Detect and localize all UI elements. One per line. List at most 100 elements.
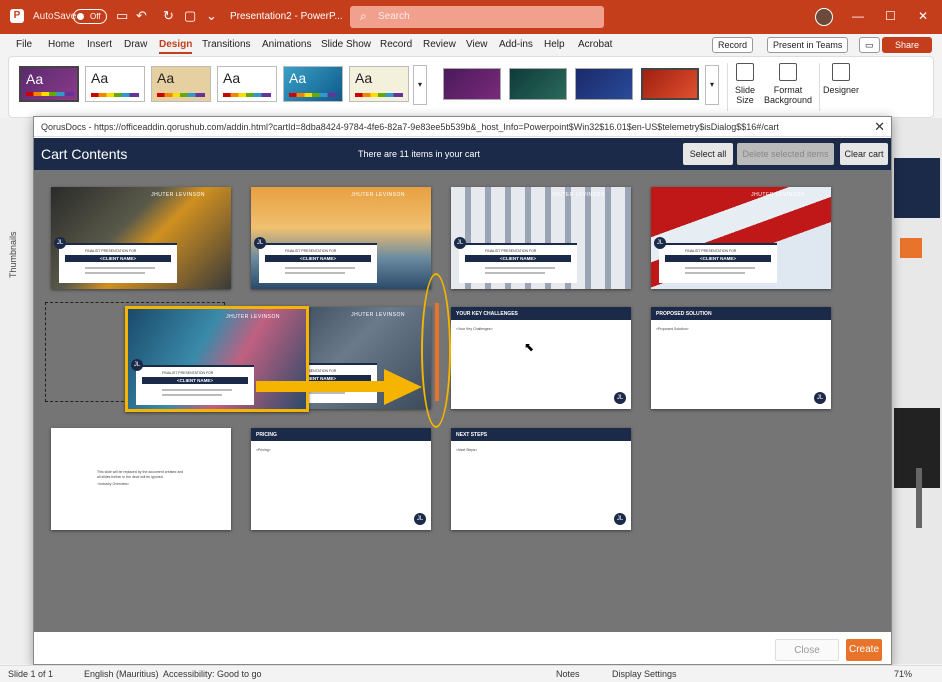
close-button[interactable]: Close bbox=[775, 639, 839, 661]
variant-4[interactable] bbox=[641, 68, 699, 100]
maximize-icon[interactable]: ☐ bbox=[885, 9, 896, 23]
slide-pre-title: FINALIST PRESENTATION FOR bbox=[285, 249, 337, 253]
save-icon[interactable]: ▭ bbox=[116, 8, 128, 24]
theme-label: Aa bbox=[91, 70, 109, 86]
slide-card[interactable]: NEXT STEPS <Next Steps> JL bbox=[451, 428, 631, 530]
pane-scrollbar[interactable] bbox=[916, 468, 922, 528]
slide-card[interactable]: PROPOSED SOLUTION <Proposed Solution> JL bbox=[651, 307, 831, 409]
slide-logo-icon: JL bbox=[254, 237, 266, 249]
tab-draw[interactable]: Draw bbox=[124, 39, 147, 50]
slide-card[interactable]: This slide will be replaced by the docum… bbox=[51, 428, 231, 530]
variant-3[interactable] bbox=[575, 68, 633, 100]
theme-thumbnail-6[interactable]: Aa bbox=[349, 66, 409, 102]
slide-card[interactable]: PRICING <Pricing> JL bbox=[251, 428, 431, 530]
variant-1[interactable] bbox=[443, 68, 501, 100]
tab-insert[interactable]: Insert bbox=[87, 39, 112, 50]
accessibility-status[interactable]: Accessibility: Good to go bbox=[163, 669, 262, 679]
tab-view[interactable]: View bbox=[466, 39, 488, 50]
tab-review[interactable]: Review bbox=[423, 39, 456, 50]
slide-logo-icon: JL bbox=[614, 513, 626, 525]
theme-thumbnail-5[interactable]: Aa bbox=[283, 66, 343, 102]
pane-search-icon[interactable] bbox=[900, 238, 922, 258]
theme-thumbnail-2[interactable]: Aa bbox=[85, 66, 145, 102]
slide-meta-line bbox=[485, 272, 545, 274]
tab-animations[interactable]: Animations bbox=[262, 39, 311, 50]
delete-selected-button[interactable]: Delete selected items bbox=[737, 143, 834, 165]
slide-watermark: JHUTER LEVINSON bbox=[226, 314, 280, 320]
tab-home[interactable]: Home bbox=[48, 39, 75, 50]
start-slideshow-icon[interactable]: ▢ bbox=[184, 8, 196, 24]
theme-label: Aa bbox=[289, 70, 307, 86]
tab-acrobat[interactable]: Acrobat bbox=[578, 39, 612, 50]
dialog-close-icon[interactable]: ✕ bbox=[874, 119, 885, 135]
notes-button[interactable]: Notes bbox=[556, 669, 580, 679]
designer-button[interactable]: Designer bbox=[823, 63, 859, 95]
slide-pre-title: FINALIST PRESENTATION FOR bbox=[685, 249, 737, 253]
slide-body-text: <Proposed Solution> bbox=[656, 327, 689, 331]
comments-icon[interactable]: ▭ bbox=[859, 37, 880, 53]
variants-more-icon[interactable]: ▾ bbox=[705, 65, 719, 105]
minimize-icon[interactable]: — bbox=[852, 9, 864, 23]
slide-title-card: FINALIST PRESENTATION FOR <CLIENT NAME> bbox=[136, 365, 254, 405]
display-settings-button[interactable]: Display Settings bbox=[612, 669, 677, 679]
cart-item-count: There are 11 items in your cart bbox=[358, 149, 480, 159]
variant-2[interactable] bbox=[509, 68, 567, 100]
tab-record[interactable]: Record bbox=[380, 39, 412, 50]
slide-heading: PRICING bbox=[251, 428, 431, 441]
tab-help[interactable]: Help bbox=[544, 39, 565, 50]
slide-watermark: JHUTER LEVINSON bbox=[351, 192, 405, 198]
slide-title-card: FINALIST PRESENTATION FOR <CLIENT NAME> bbox=[59, 243, 177, 283]
search-box[interactable]: ⌕ Search bbox=[350, 6, 604, 28]
select-all-button[interactable]: Select all bbox=[683, 143, 733, 165]
drag-arrow-icon bbox=[256, 369, 422, 405]
slide-body-text: <Pricing> bbox=[256, 448, 271, 452]
autosave-toggle[interactable]: Off bbox=[73, 9, 107, 24]
powerpoint-icon: P bbox=[10, 9, 24, 23]
slide-size-icon bbox=[736, 63, 754, 81]
cart-title: Cart Contents bbox=[41, 146, 128, 162]
slide-card[interactable]: JHUTER LEVINSON FINALIST PRESENTATION FO… bbox=[251, 187, 431, 289]
theme-thumbnail-4[interactable]: Aa bbox=[217, 66, 277, 102]
tab-design[interactable]: Design bbox=[159, 39, 193, 54]
close-window-icon[interactable]: ✕ bbox=[918, 9, 928, 23]
slide-logo-icon: JL bbox=[454, 237, 466, 249]
slide-summary-text: This slide will be replaced by the docum… bbox=[97, 470, 184, 479]
slide-pre-title: FINALIST PRESENTATION FOR bbox=[162, 371, 214, 375]
dialog-titlebar: QorusDocs - https://officeaddin.qorushub… bbox=[34, 117, 891, 137]
designer-pane bbox=[892, 118, 942, 664]
autosave-label: AutoSave bbox=[33, 11, 77, 22]
format-background-icon bbox=[779, 63, 797, 81]
tab-file[interactable]: File bbox=[16, 39, 32, 50]
slide-logo-icon: JL bbox=[131, 359, 143, 371]
customize-icon[interactable]: ⌄ bbox=[206, 8, 217, 24]
redo-icon[interactable]: ↻ bbox=[163, 8, 174, 24]
slide-meta-line bbox=[85, 267, 155, 269]
zoom-level[interactable]: 71% bbox=[894, 669, 912, 679]
slide-logo-icon: JL bbox=[54, 237, 66, 249]
slide-meta-line bbox=[85, 272, 145, 274]
slide-card[interactable]: JHUTER LEVINSON FINALIST PRESENTATION FO… bbox=[651, 187, 831, 289]
create-button[interactable]: Create bbox=[846, 639, 882, 661]
themes-more-icon[interactable]: ▾ bbox=[413, 65, 427, 105]
slide-card[interactable]: YOUR KEY CHALLENGES <Your Key Challenges… bbox=[451, 307, 631, 409]
thumbnails-pane[interactable]: Thumbnails bbox=[0, 118, 33, 664]
slide-card[interactable]: JHUTER LEVINSON FINALIST PRESENTATION FO… bbox=[51, 187, 231, 289]
slide-counter: Slide 1 of 1 bbox=[8, 669, 54, 679]
clear-cart-button[interactable]: Clear cart bbox=[840, 143, 888, 165]
tab-add-ins[interactable]: Add-ins bbox=[499, 39, 533, 50]
share-button[interactable]: Share bbox=[882, 37, 932, 53]
language-status[interactable]: English (Mauritius) bbox=[84, 669, 159, 679]
present-in-teams-button[interactable]: Present in Teams bbox=[767, 37, 849, 53]
format-background-button[interactable]: Format Background bbox=[763, 63, 813, 105]
tab-transitions[interactable]: Transitions bbox=[202, 39, 251, 50]
undo-icon[interactable]: ↶ bbox=[136, 8, 147, 24]
avatar[interactable] bbox=[815, 8, 833, 26]
tab-slide-show[interactable]: Slide Show bbox=[321, 39, 371, 50]
record-button[interactable]: Record bbox=[712, 37, 754, 53]
ribbon-divider bbox=[727, 63, 728, 111]
slide-card[interactable]: JHUTER LEVINSON FINALIST PRESENTATION FO… bbox=[451, 187, 631, 289]
search-placeholder: Search bbox=[378, 11, 410, 22]
theme-thumbnail-3[interactable]: Aa bbox=[151, 66, 211, 102]
theme-thumbnail-1[interactable]: Aa bbox=[19, 66, 79, 102]
slide-size-button[interactable]: Slide Size bbox=[733, 63, 757, 105]
